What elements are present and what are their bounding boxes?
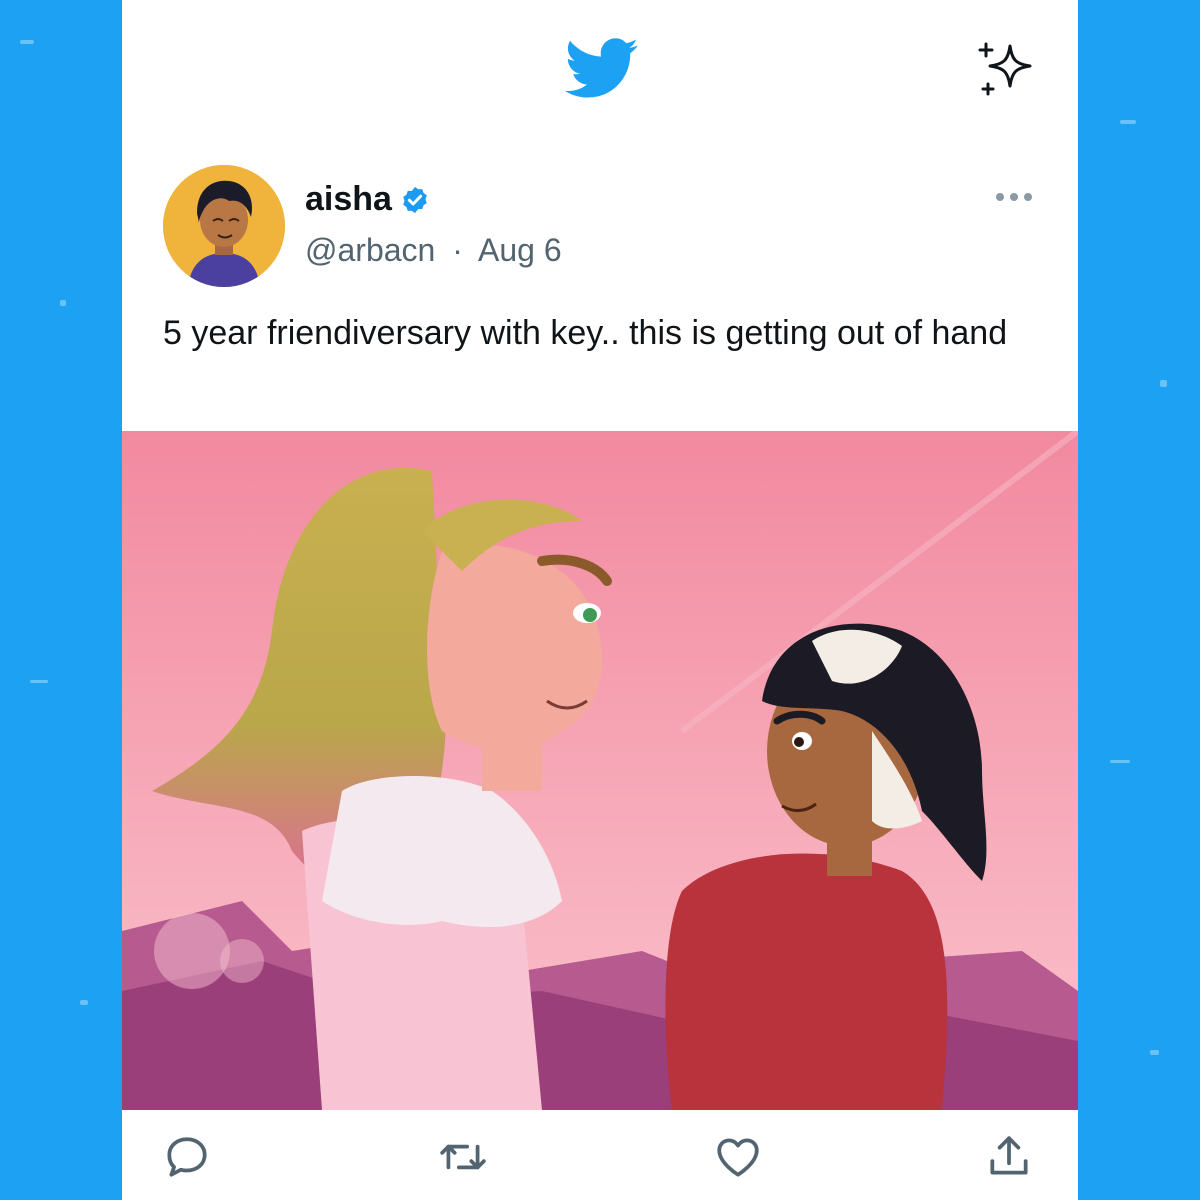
share-icon[interactable] — [984, 1132, 1034, 1182]
top-bar — [122, 0, 1078, 140]
retweet-icon[interactable] — [438, 1132, 488, 1182]
background-texture — [30, 680, 48, 683]
reply-icon[interactable] — [162, 1132, 212, 1182]
background-texture — [20, 40, 34, 44]
separator: · — [452, 232, 463, 268]
tweet-card: aisha @arbacn · Aug 6 5 year friendivers… — [122, 0, 1078, 1200]
background-texture — [60, 300, 66, 306]
heart-icon[interactable] — [713, 1132, 763, 1182]
background-texture — [1160, 380, 1167, 387]
verified-badge-icon — [403, 186, 427, 213]
author-name-row: aisha — [305, 180, 430, 219]
sparkle-icon[interactable] — [974, 38, 1038, 102]
background-texture — [1120, 120, 1136, 124]
tweet-date[interactable]: Aug 6 — [478, 232, 562, 268]
twitter-bird-icon — [564, 38, 638, 98]
background-texture — [1110, 760, 1130, 763]
action-bar — [122, 1110, 1078, 1200]
display-name[interactable]: aisha — [305, 180, 392, 219]
background-texture — [80, 1000, 88, 1005]
handle-row: @arbacn · Aug 6 — [305, 232, 562, 269]
handle[interactable]: @arbacn — [305, 232, 435, 268]
avatar[interactable] — [163, 165, 285, 287]
more-options-icon[interactable] — [994, 185, 1034, 209]
illustration-image — [122, 431, 1078, 1110]
tweet-media[interactable] — [122, 431, 1078, 1110]
avatar-illustration — [163, 165, 285, 287]
tweet-text: 5 year friendiversary with key.. this is… — [163, 314, 1008, 352]
background-texture — [1150, 1050, 1159, 1055]
